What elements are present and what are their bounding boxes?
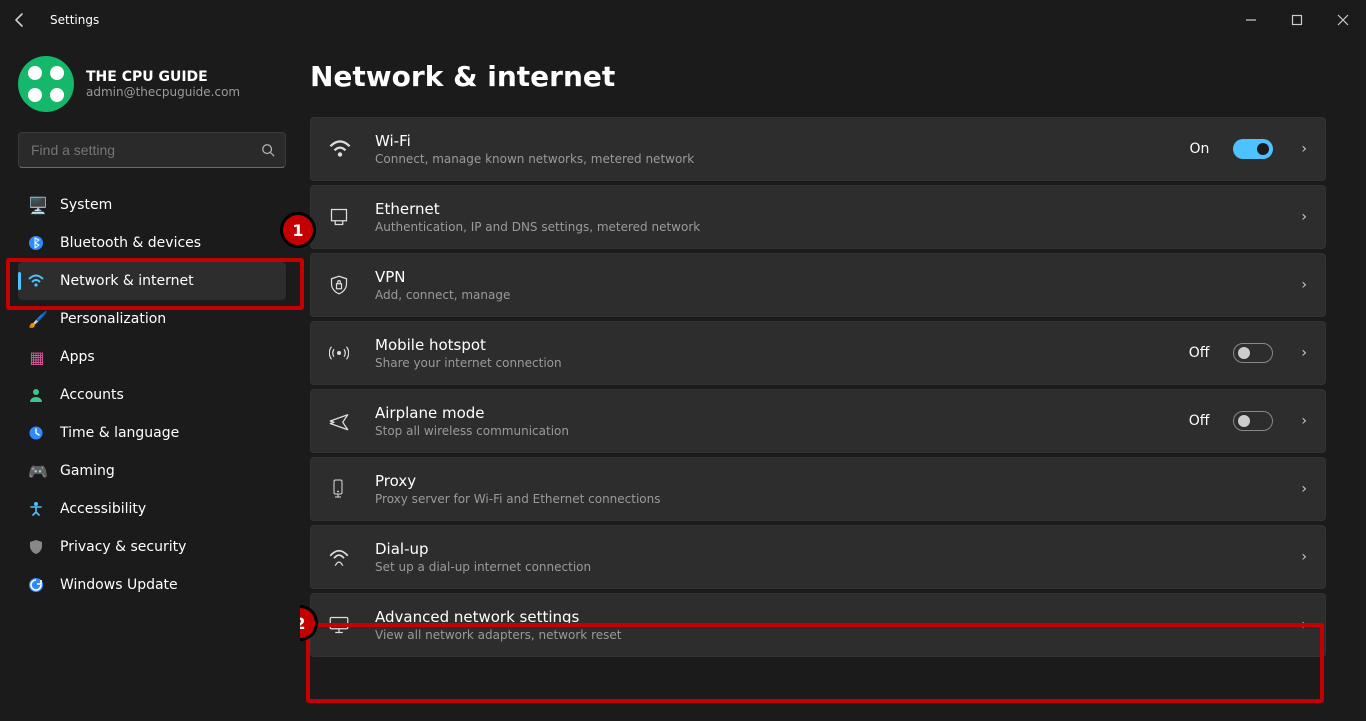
wifi-icon	[329, 138, 357, 160]
sidebar-item-label: Gaming	[60, 463, 115, 479]
hotspot-toggle[interactable]	[1233, 343, 1273, 363]
card-title: Mobile hotspot	[375, 336, 1171, 354]
proxy-icon	[329, 479, 357, 499]
sidebar-item-label: Privacy & security	[60, 539, 186, 555]
card-desc: Stop all wireless communication	[375, 424, 1171, 438]
airplane-toggle[interactable]	[1233, 411, 1273, 431]
chevron-right-icon: ›	[1301, 345, 1307, 361]
clock-icon	[28, 425, 46, 441]
card-hotspot[interactable]: Mobile hotspot Share your internet conne…	[310, 321, 1326, 385]
card-title: Proxy	[375, 472, 1273, 490]
page-title: Network & internet	[310, 60, 1326, 93]
chevron-right-icon: ›	[1301, 481, 1307, 497]
card-dialup[interactable]: Dial-up Set up a dial-up internet connec…	[310, 525, 1326, 589]
card-advanced-network[interactable]: Advanced network settings View all netwo…	[310, 593, 1326, 657]
bluetooth-icon	[28, 235, 46, 251]
wifi-state: On	[1189, 141, 1209, 157]
card-title: Airplane mode	[375, 404, 1171, 422]
sidebar-item-network[interactable]: Network & internet	[18, 262, 286, 300]
chevron-right-icon: ›	[1301, 141, 1307, 157]
airplane-state: Off	[1189, 413, 1210, 429]
dialup-icon	[329, 547, 357, 567]
card-desc: Add, connect, manage	[375, 288, 1273, 302]
avatar	[18, 56, 74, 112]
card-ethernet[interactable]: Ethernet Authentication, IP and DNS sett…	[310, 185, 1326, 249]
card-wifi[interactable]: Wi-Fi Connect, manage known networks, me…	[310, 117, 1326, 181]
sidebar-item-system[interactable]: 🖥️ System	[18, 186, 286, 224]
card-desc: Authentication, IP and DNS settings, met…	[375, 220, 1273, 234]
card-airplane[interactable]: Airplane mode Stop all wireless communic…	[310, 389, 1326, 453]
back-button[interactable]	[12, 12, 40, 28]
window-title: Settings	[50, 13, 99, 27]
card-vpn[interactable]: VPN Add, connect, manage ›	[310, 253, 1326, 317]
update-icon	[28, 577, 46, 593]
card-proxy[interactable]: Proxy Proxy server for Wi-Fi and Etherne…	[310, 457, 1326, 521]
close-button[interactable]	[1320, 0, 1366, 40]
sidebar-item-label: Apps	[60, 349, 95, 365]
hotspot-state: Off	[1189, 345, 1210, 361]
sidebar-item-time[interactable]: Time & language	[18, 414, 286, 452]
sidebar-nav: 🖥️ System Bluetooth & devices Network & …	[18, 186, 286, 604]
shield-lock-icon	[329, 275, 357, 295]
search-icon	[261, 143, 275, 157]
accessibility-icon	[28, 501, 46, 517]
apps-icon: ▦	[28, 348, 46, 367]
sidebar-item-label: Accounts	[60, 387, 124, 403]
card-desc: Share your internet connection	[375, 356, 1171, 370]
person-icon	[28, 387, 46, 403]
sidebar-item-bluetooth[interactable]: Bluetooth & devices	[18, 224, 286, 262]
sidebar-item-label: Network & internet	[60, 273, 194, 289]
sidebar-item-label: Time & language	[60, 425, 179, 441]
sidebar-item-privacy[interactable]: Privacy & security	[18, 528, 286, 566]
hotspot-icon	[329, 343, 357, 363]
card-title: Ethernet	[375, 200, 1273, 218]
sidebar-item-personalization[interactable]: 🖌️ Personalization	[18, 300, 286, 338]
card-title: Advanced network settings	[375, 608, 1273, 626]
card-title: VPN	[375, 268, 1273, 286]
card-title: Wi-Fi	[375, 132, 1171, 150]
chevron-right-icon: ›	[1301, 413, 1307, 429]
wifi-icon	[28, 273, 46, 289]
shield-icon	[28, 539, 46, 555]
monitor-network-icon	[329, 615, 357, 635]
chevron-right-icon: ›	[1301, 277, 1307, 293]
card-desc: View all network adapters, network reset	[375, 628, 1273, 642]
gamepad-icon: 🎮	[28, 462, 46, 481]
sidebar-item-label: Personalization	[60, 311, 166, 327]
sidebar-item-accounts[interactable]: Accounts	[18, 376, 286, 414]
brush-icon: 🖌️	[28, 310, 46, 329]
card-desc: Set up a dial-up internet connection	[375, 560, 1273, 574]
sidebar-item-label: Accessibility	[60, 501, 146, 517]
sidebar-item-accessibility[interactable]: Accessibility	[18, 490, 286, 528]
minimize-button[interactable]	[1228, 0, 1274, 40]
airplane-icon	[329, 411, 357, 431]
ethernet-icon	[329, 207, 357, 227]
search-input[interactable]	[29, 141, 261, 159]
monitor-icon: 🖥️	[28, 196, 46, 215]
user-email: admin@thecpuguide.com	[86, 85, 240, 99]
card-desc: Connect, manage known networks, metered …	[375, 152, 1171, 166]
annotation-badge-1: 1	[280, 212, 316, 248]
chevron-right-icon: ›	[1301, 617, 1307, 633]
sidebar-item-update[interactable]: Windows Update	[18, 566, 286, 604]
chevron-right-icon: ›	[1301, 549, 1307, 565]
sidebar-item-gaming[interactable]: 🎮 Gaming	[18, 452, 286, 490]
card-title: Dial-up	[375, 540, 1273, 558]
sidebar-item-label: Bluetooth & devices	[60, 235, 201, 251]
maximize-button[interactable]	[1274, 0, 1320, 40]
wifi-toggle[interactable]	[1233, 139, 1273, 159]
user-name: THE CPU GUIDE	[86, 69, 240, 85]
sidebar-item-apps[interactable]: ▦ Apps	[18, 338, 286, 376]
sidebar-item-label: Windows Update	[60, 577, 178, 593]
search-box[interactable]	[18, 132, 286, 168]
chevron-right-icon: ›	[1301, 209, 1307, 225]
card-desc: Proxy server for Wi-Fi and Ethernet conn…	[375, 492, 1273, 506]
sidebar-item-label: System	[60, 197, 112, 213]
user-account[interactable]: THE CPU GUIDE admin@thecpuguide.com	[18, 56, 286, 112]
